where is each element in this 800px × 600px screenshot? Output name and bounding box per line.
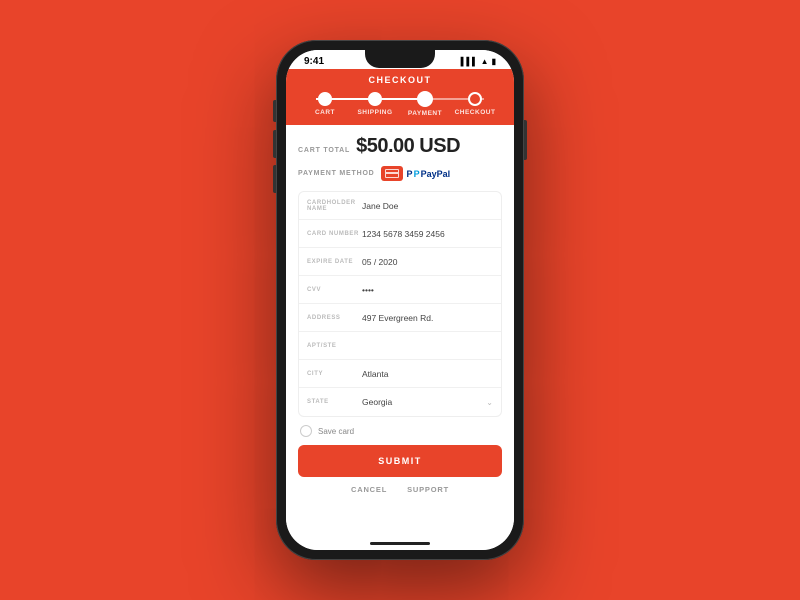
save-card-row[interactable]: Save card [298, 425, 502, 437]
payment-method-row: PAYMENT METHOD P P PayPal [298, 166, 502, 181]
paypal-p1: P [407, 169, 413, 179]
save-card-checkbox[interactable] [300, 425, 312, 437]
cart-total-row: CART TOTAL $50.00 USD [298, 135, 502, 158]
step-cart: CART [300, 92, 350, 116]
status-icons: ▌▌▌ ▲ ▮ [461, 57, 496, 66]
step-shipping: SHIPPING [350, 92, 400, 116]
field-label-city: CITY [307, 371, 362, 377]
field-value-address: 497 Evergreen Rd. [362, 313, 493, 323]
cart-total-amount: $50.00 USD [356, 135, 460, 158]
support-link[interactable]: SUPPORT [407, 485, 449, 494]
phone-shell: 9:41 ▌▌▌ ▲ ▮ CHECKOUT CART SHIPPING [276, 40, 524, 560]
home-indicator [286, 536, 514, 550]
phone-screen: 9:41 ▌▌▌ ▲ ▮ CHECKOUT CART SHIPPING [286, 50, 514, 550]
field-city[interactable]: CITY Atlanta [299, 360, 501, 388]
status-bar: 9:41 ▌▌▌ ▲ ▮ [286, 50, 514, 69]
status-time: 9:41 [304, 56, 324, 67]
bottom-links: CANCEL SUPPORT [298, 485, 502, 494]
step-label-payment: PAYMENT [408, 110, 442, 117]
step-payment: PAYMENT [400, 91, 450, 117]
payment-method-label: PAYMENT METHOD [298, 170, 375, 177]
checkout-title: CHECKOUT [296, 75, 504, 85]
field-label-cardnumber: CARD NUMBER [307, 231, 362, 237]
field-state[interactable]: STATE Georgia ⌄ [299, 388, 501, 416]
signal-icon: ▌▌▌ [461, 57, 478, 66]
field-expire-date[interactable]: EXPIRE DATE 05 / 2020 [299, 248, 501, 276]
credit-card-icon[interactable] [381, 166, 403, 181]
step-label-checkout: CHECKOUT [455, 109, 496, 116]
submit-button[interactable]: SUBMIT [298, 445, 502, 477]
power-button [524, 120, 527, 160]
volume-up-button [273, 130, 276, 158]
step-label-cart: CART [315, 109, 335, 116]
step-dot-cart [318, 92, 332, 106]
battery-icon: ▮ [492, 57, 496, 66]
field-value-expire: 05 / 2020 [362, 257, 493, 267]
cancel-link[interactable]: CANCEL [351, 485, 387, 494]
field-cardholder-name[interactable]: CARDHOLDER NAME Jane Doe [299, 192, 501, 220]
wifi-icon: ▲ [481, 57, 489, 66]
field-value-cardnumber: 1234 5678 3459 2456 [362, 229, 493, 239]
field-address[interactable]: ADDRESS 497 Evergreen Rd. [299, 304, 501, 332]
field-value-city: Atlanta [362, 369, 493, 379]
silent-switch [273, 100, 276, 122]
field-cvv[interactable]: CVV •••• [299, 276, 501, 304]
save-card-label: Save card [318, 427, 354, 436]
chevron-down-icon: ⌄ [486, 398, 493, 407]
cart-total-label: CART TOTAL [298, 147, 350, 154]
volume-down-button [273, 165, 276, 193]
paypal-p2: P [414, 169, 420, 179]
field-label-cardholder: CARDHOLDER NAME [307, 200, 362, 212]
home-bar [370, 542, 430, 545]
paypal-text: PayPal [421, 169, 451, 179]
field-value-cardholder: Jane Doe [362, 201, 493, 211]
form-section: CARDHOLDER NAME Jane Doe CARD NUMBER 123… [298, 191, 502, 417]
field-label-state: STATE [307, 399, 362, 405]
steps-container: CART SHIPPING PAYMENT CHECKOUT [296, 91, 504, 117]
field-label-expire: EXPIRE DATE [307, 259, 362, 265]
field-value-state: Georgia [362, 397, 486, 407]
notch [365, 50, 435, 68]
payment-icons: P P PayPal [381, 166, 451, 181]
checkout-body: CART TOTAL $50.00 USD PAYMENT METHOD P P… [286, 125, 514, 536]
step-label-shipping: SHIPPING [357, 109, 392, 116]
field-value-cvv: •••• [362, 285, 493, 295]
step-dot-payment [417, 91, 433, 107]
step-checkout: CHECKOUT [450, 92, 500, 116]
checkout-header: CHECKOUT CART SHIPPING PAYMENT [286, 69, 514, 125]
field-label-address: ADDRESS [307, 315, 362, 321]
field-card-number[interactable]: CARD NUMBER 1234 5678 3459 2456 [299, 220, 501, 248]
step-dot-checkout [468, 92, 482, 106]
field-label-cvv: CVV [307, 287, 362, 293]
step-dot-shipping [368, 92, 382, 106]
card-icon-inner [385, 169, 399, 178]
field-label-apt: APT/STE [307, 343, 362, 349]
paypal-logo[interactable]: P P PayPal [407, 169, 451, 179]
field-apt[interactable]: APT/STE [299, 332, 501, 360]
